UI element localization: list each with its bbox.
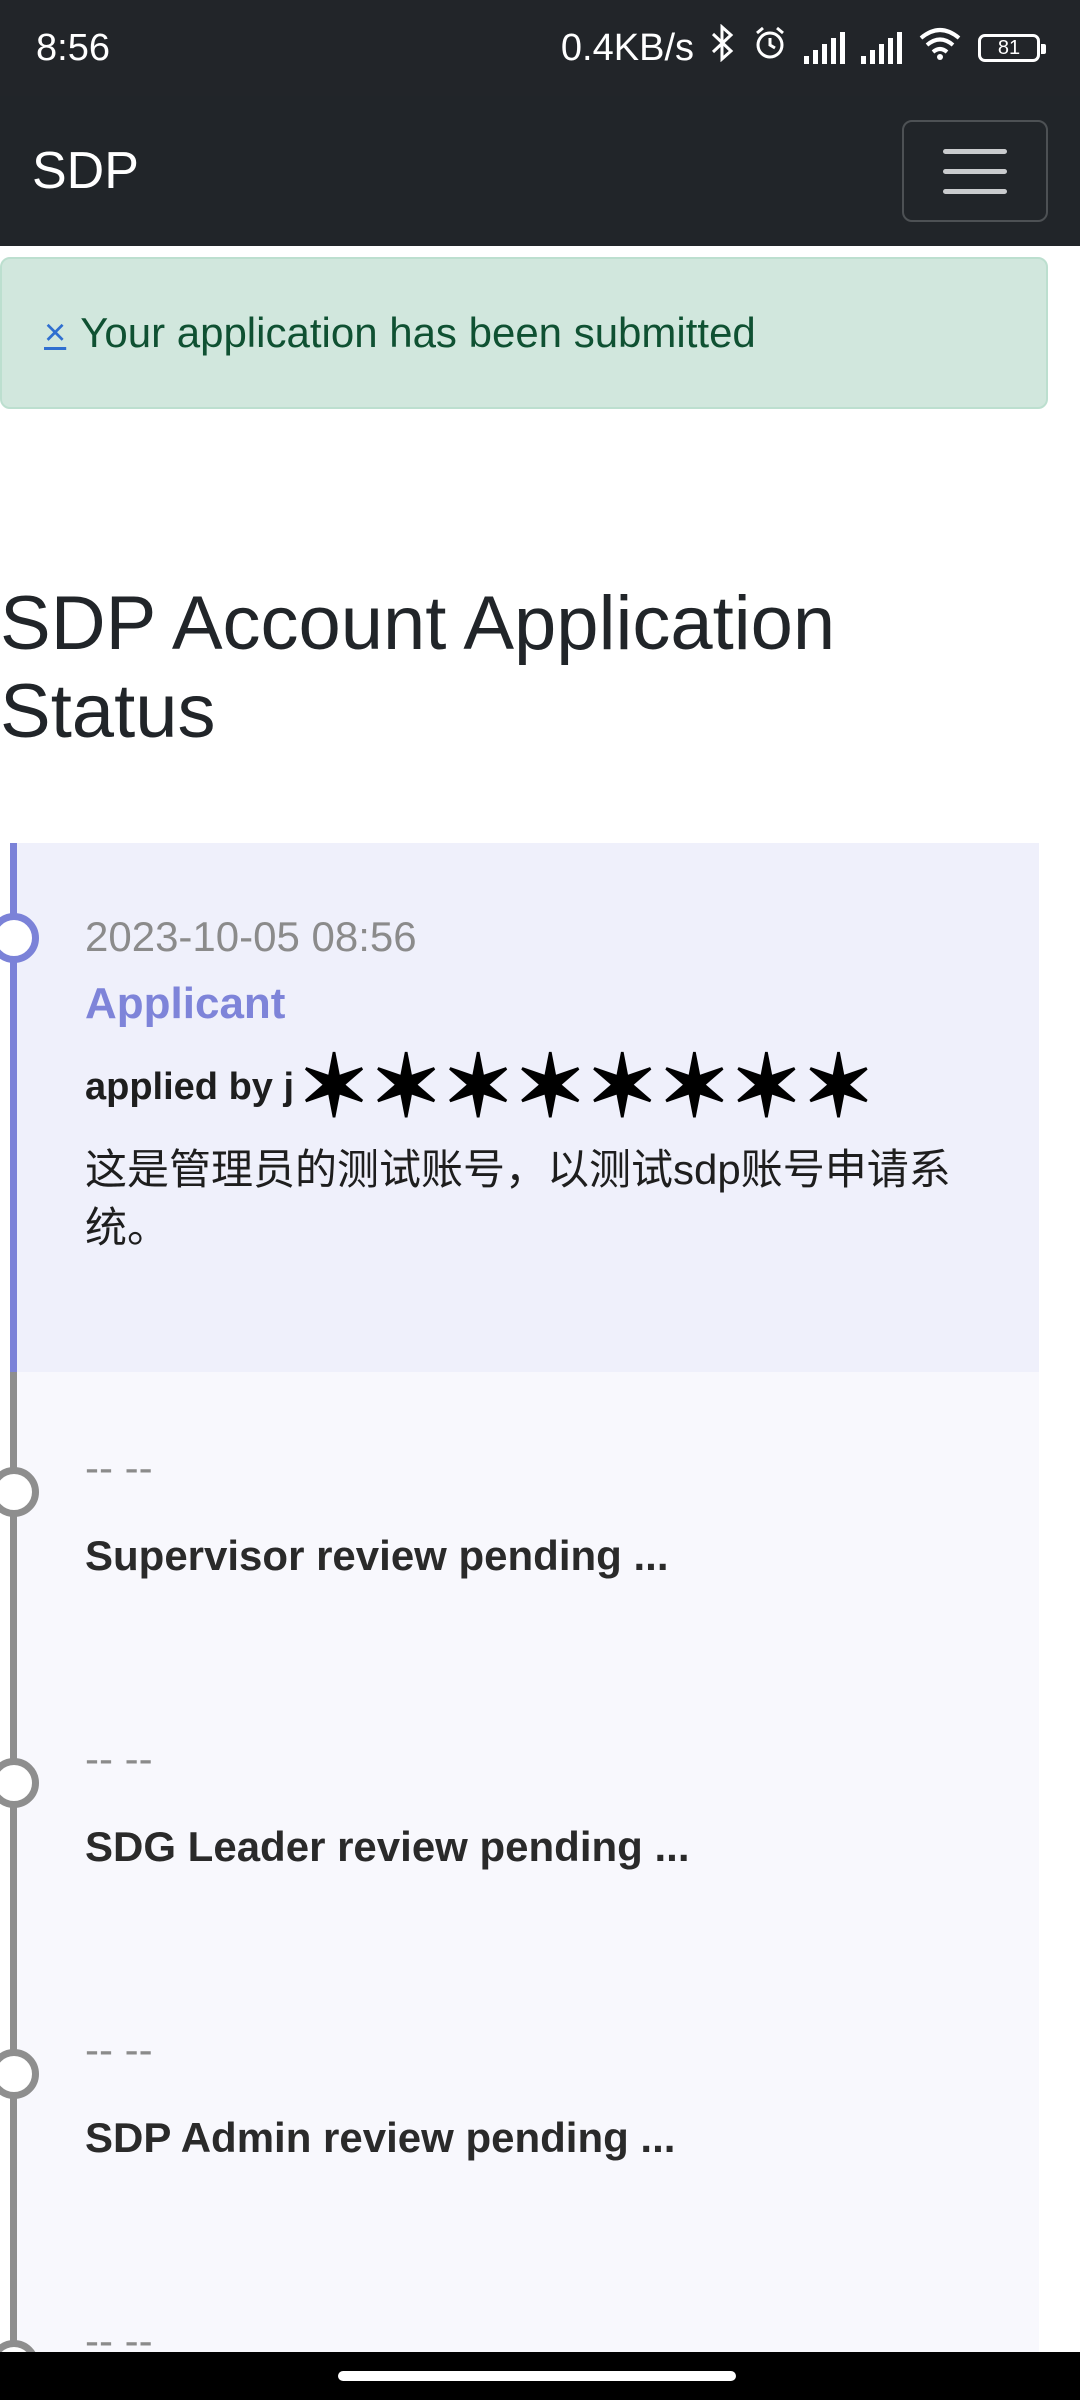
bluetooth-icon	[710, 23, 736, 72]
step-status: SDP Admin review pending ...	[85, 2114, 676, 2161]
timeline-step-applicant: 2023-10-05 08:56 Applicant applied by j …	[0, 843, 1039, 1372]
success-alert: × Your application has been submitted	[0, 257, 1048, 409]
applied-by: applied by j ✶ ✶ ✶ ✶ ✶ ✶ ✶ ✶	[85, 1039, 1039, 1135]
step-date: -- --	[85, 1735, 153, 1782]
hamburger-icon	[943, 148, 1007, 154]
timeline-dot	[0, 1467, 39, 1517]
timeline-step-sdg-leader: -- -- SDG Leader review pending ...	[0, 1663, 1039, 1954]
alarm-icon	[752, 25, 788, 71]
redacted-name-mask: ✶ ✶ ✶ ✶ ✶ ✶ ✶ ✶	[298, 1039, 875, 1135]
step-date: -- --	[85, 2026, 153, 2073]
application-status-timeline: 2023-10-05 08:56 Applicant applied by j …	[0, 843, 1040, 2353]
step-role: Applicant	[85, 979, 286, 1028]
network-speed: 0.4KB/s	[560, 26, 694, 69]
timeline-step-sdp-admin: -- -- SDP Admin review pending ...	[0, 1954, 1039, 2245]
step-status: SDG Leader review pending ...	[85, 1823, 690, 1870]
timeline-dot	[0, 1758, 39, 1808]
brand-logo-text[interactable]: SDP	[32, 141, 139, 201]
page-title: SDP Account Application Status	[0, 581, 836, 754]
home-gesture-handle[interactable]	[338, 2371, 736, 2381]
top-navbar: SDP	[0, 96, 1080, 246]
step-date: -- --	[85, 1444, 153, 1491]
step-date: 2023-10-05 08:56	[85, 913, 417, 960]
alert-close-button[interactable]: ×	[44, 312, 66, 355]
status-icons: 0.4KB/s 81	[560, 23, 1046, 72]
applied-by-label: applied by j	[85, 1065, 295, 1108]
cellular-signal-icon	[804, 32, 845, 64]
status-time: 8:56	[36, 26, 110, 69]
status-bar: 8:56 0.4KB/s 81	[0, 0, 1080, 96]
menu-toggle-button[interactable]	[902, 120, 1048, 222]
timeline-dot	[0, 2049, 39, 2099]
battery-level: 81	[997, 36, 1021, 59]
timeline-step-supervisor: -- -- Supervisor review pending ...	[0, 1372, 1039, 1663]
timeline-dot-active	[0, 913, 39, 963]
application-description: 这是管理员的测试账号，以测试sdp账号申请系统。	[85, 1146, 951, 1251]
cellular-signal-icon	[861, 32, 902, 64]
step-status: Supervisor review pending ...	[85, 1532, 669, 1579]
alert-message: Your application has been submitted	[80, 309, 756, 356]
battery-icon: 81	[978, 34, 1046, 62]
timeline-step-next: -- --	[0, 2245, 1039, 2353]
wifi-icon	[918, 26, 962, 70]
step-date: -- --	[85, 2317, 153, 2353]
